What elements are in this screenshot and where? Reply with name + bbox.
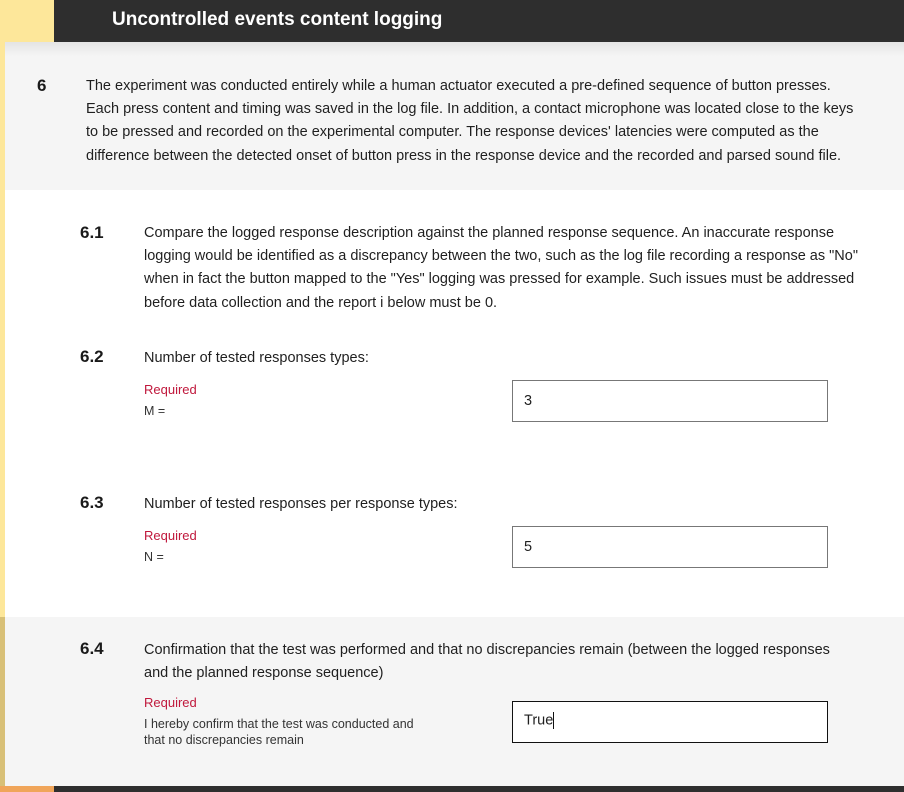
section-intro-text: The experiment was conducted entirely wh…	[86, 78, 854, 164]
required-label: Required	[144, 382, 197, 397]
item-text-6-2: Number of tested responses types:	[144, 350, 369, 366]
text-caret	[553, 712, 555, 729]
item-number-6-1: 6.1	[80, 223, 104, 242]
confirmation-value: True	[524, 712, 554, 729]
responses-per-type-input[interactable]	[512, 526, 828, 568]
item-number-6-3: 6.3	[80, 493, 104, 512]
intro-shadow	[5, 42, 904, 56]
section-number: 6	[37, 76, 47, 95]
page-title: Uncontrolled events content logging	[112, 9, 443, 30]
item-text-6-4: Confirmation that the test was performed…	[144, 642, 830, 682]
bottom-accent	[0, 786, 54, 792]
item-number-6-2: 6.2	[80, 347, 104, 366]
item-text-6-1: Compare the logged response description …	[144, 225, 858, 311]
item-text-6-3: Number of tested responses per response …	[144, 496, 458, 512]
required-label: Required	[144, 528, 197, 543]
confirmation-sublabel: I hereby confirm that the test was condu…	[144, 717, 414, 747]
required-label: Required	[144, 695, 197, 710]
bottom-bar	[54, 786, 904, 792]
response-types-input[interactable]	[512, 380, 828, 422]
field-sublabel-m: M =	[144, 404, 166, 418]
field-sublabel-n: N =	[144, 550, 164, 564]
header-accent	[0, 0, 54, 42]
confirmation-input[interactable]: True	[512, 701, 828, 743]
item-number-6-4: 6.4	[80, 639, 104, 658]
